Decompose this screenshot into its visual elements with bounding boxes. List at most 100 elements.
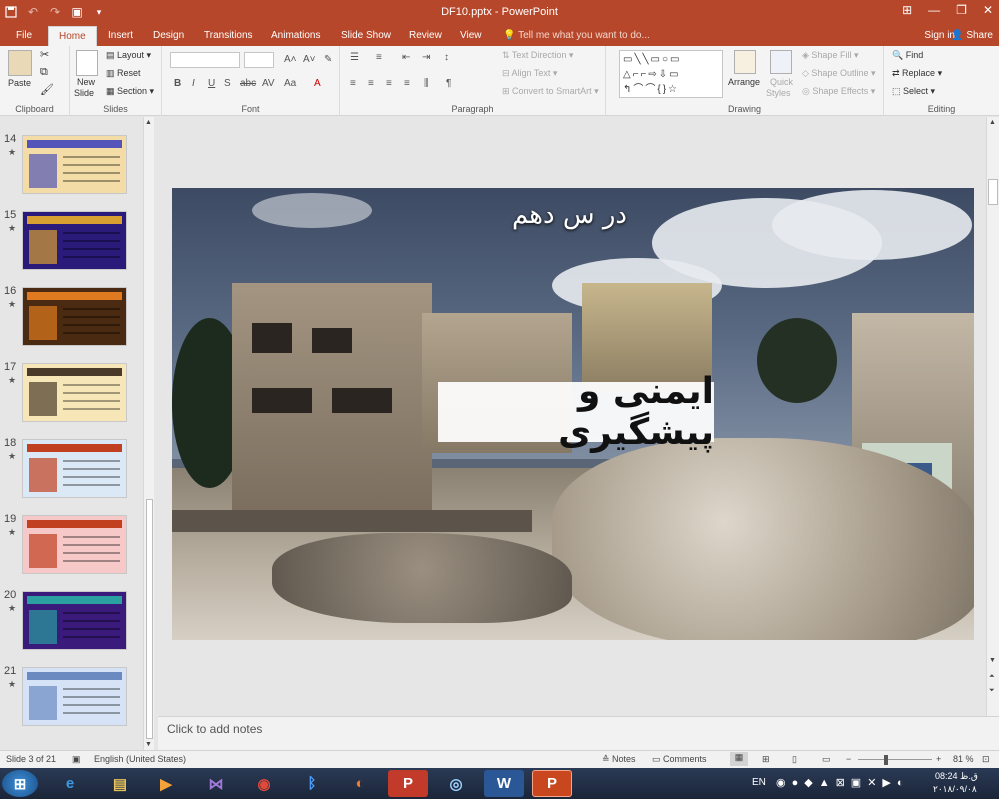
slide-thumbnail-15[interactable]: 15 ★ [0, 209, 140, 279]
spell-check-icon[interactable]: ▣ [72, 754, 81, 765]
tab-review[interactable]: Review [407, 26, 444, 46]
replace-button[interactable]: ⇄ Replace ▾ [892, 68, 942, 79]
clock-date[interactable]: ۲۰۱۸/۰۹/۰۸ [933, 784, 977, 799]
close-icon[interactable]: ✕ [983, 3, 993, 17]
slide-preview[interactable] [22, 591, 127, 650]
slide-preview[interactable] [22, 515, 127, 574]
quick-styles-icon[interactable] [770, 50, 792, 74]
slide-thumbnail-21[interactable]: 21 ★ [0, 665, 140, 735]
line-spacing-icon[interactable]: ↕ [444, 52, 449, 63]
slide-subtitle[interactable]: در س دهم [512, 200, 627, 230]
scroll-down-icon[interactable]: ▼ [145, 741, 152, 748]
reset-button[interactable]: ▥ Reset [106, 68, 141, 79]
editor-scroll-thumb[interactable] [988, 179, 998, 205]
slide-sorter-icon[interactable]: ⊞ [762, 754, 770, 765]
normal-view-icon[interactable]: ▦ [730, 752, 748, 766]
tab-file[interactable]: File [14, 26, 34, 46]
slide-thumbnail-20[interactable]: 20 ★ [0, 589, 140, 659]
bold-icon[interactable]: B [174, 78, 181, 89]
tray-icons[interactable]: ◉●◆▲⊠▣✕▶◐ [776, 776, 910, 799]
language-tray[interactable]: EN [752, 777, 766, 799]
powerpoint-viewer-icon[interactable]: P [388, 770, 428, 797]
shape-effects-button[interactable]: ◎ Shape Effects ▾ [802, 86, 875, 97]
increase-font-size-icon[interactable]: A˄ [284, 54, 297, 65]
bullets-icon[interactable]: ☰ [350, 52, 359, 63]
scroll-up-icon[interactable]: ▲ [989, 119, 996, 126]
align-right-icon[interactable]: ≡ [386, 78, 392, 89]
language-indicator[interactable]: English (United States) [94, 754, 186, 764]
chrome-icon[interactable]: ◉ [244, 770, 284, 797]
find-button[interactable]: 🔍 Find [892, 50, 923, 61]
strikethrough-icon[interactable]: abc [240, 78, 256, 89]
slide-preview[interactable] [22, 363, 127, 422]
notes-toggle[interactable]: ≙ Notes [602, 754, 636, 765]
increase-indent-icon[interactable]: ⇥ [422, 52, 430, 63]
slide-thumbnail-16[interactable]: 16 ★ [0, 285, 140, 355]
change-case-icon[interactable]: Aa [284, 78, 296, 89]
reading-view-icon[interactable]: ▯ [792, 754, 797, 765]
previous-slide-icon[interactable]: ⏶ [989, 673, 995, 681]
slide-thumbnail-14[interactable]: 14 ★ [0, 133, 140, 203]
numbering-icon[interactable]: ≡ [376, 52, 382, 63]
next-slide-icon[interactable]: ⏷ [989, 687, 995, 695]
visual-studio-icon[interactable]: ⋈ [196, 770, 236, 797]
firefox-icon[interactable]: ◐ [340, 770, 380, 797]
share-button[interactable]: 👤 Share [951, 26, 993, 46]
screen-recorder-icon[interactable]: ◎ [436, 770, 476, 797]
justify-icon[interactable]: ≡ [404, 78, 410, 89]
slide-canvas[interactable]: در س دهم ایمنی و پیشگیری [172, 188, 974, 640]
select-button[interactable]: ⬚ Select ▾ [892, 86, 935, 97]
decrease-font-size-icon[interactable]: A˅ [303, 54, 316, 65]
zoom-level[interactable]: 81 % [953, 754, 974, 764]
file-explorer-icon[interactable]: ▤ [100, 770, 140, 797]
shape-outline-button[interactable]: ◇ Shape Outline ▾ [802, 68, 876, 79]
maximize-icon[interactable]: ❐ [956, 3, 967, 17]
clear-formatting-icon[interactable]: ✎ [324, 54, 332, 65]
slide-preview[interactable] [22, 287, 127, 346]
fit-to-window-icon[interactable]: ⊡ [982, 754, 990, 765]
thumbnail-scrollbar[interactable]: ▲ ▼ [143, 117, 154, 750]
shape-fill-button[interactable]: ◈ Shape Fill ▾ [802, 50, 858, 61]
font-size-field[interactable] [244, 52, 274, 68]
bluetooth-icon[interactable]: ᛒ [292, 770, 332, 797]
scroll-up-icon[interactable]: ▲ [145, 119, 152, 126]
new-slide-icon[interactable] [76, 50, 98, 76]
format-painter-icon[interactable]: 🖌 [40, 83, 54, 96]
minimize-icon[interactable]: — [928, 3, 940, 17]
tab-transitions[interactable]: Transitions [202, 26, 255, 46]
zoom-in-icon[interactable]: + [936, 754, 941, 764]
arrange-icon[interactable] [734, 50, 756, 74]
tab-animations[interactable]: Animations [269, 26, 322, 46]
paste-button[interactable]: Paste [8, 78, 31, 88]
slide-preview[interactable] [22, 211, 127, 270]
zoom-slider[interactable] [858, 759, 932, 760]
zoom-out-icon[interactable]: − [846, 754, 851, 764]
cut-icon[interactable]: ✂ [40, 48, 49, 61]
shapes-gallery[interactable]: ▭╲╲▭○▭ △⌐⌐⇨⇩▭ ↰⌒⌒{}☆ [619, 50, 723, 98]
notes-pane[interactable]: Click to add notes [158, 716, 999, 750]
slide-thumbnail-18[interactable]: 18 ★ [0, 437, 140, 507]
new-slide-label-2[interactable]: Slide [74, 88, 94, 98]
new-slide-label[interactable]: New [77, 77, 95, 87]
quick-styles-label[interactable]: Quick [770, 77, 793, 87]
internet-explorer-icon[interactable]: e [50, 770, 90, 797]
ribbon-display-options-icon[interactable]: ⊞ [902, 3, 912, 17]
copy-icon[interactable]: ⧉ [40, 66, 48, 79]
slide-preview[interactable] [22, 439, 127, 498]
font-name-field[interactable] [170, 52, 240, 68]
align-left-icon[interactable]: ≡ [350, 78, 356, 89]
slideshow-view-icon[interactable]: ▭ [822, 754, 831, 765]
slide-preview[interactable] [22, 135, 127, 194]
tab-home[interactable]: Home [48, 26, 97, 46]
text-shadow-icon[interactable]: S [224, 78, 231, 89]
section-button[interactable]: ▦ Section ▾ [106, 86, 154, 97]
arrange-button[interactable]: Arrange [728, 77, 760, 87]
quick-styles-label-2[interactable]: Styles [766, 88, 791, 98]
character-spacing-icon[interactable]: AV [262, 78, 275, 89]
zoom-slider-thumb[interactable] [884, 755, 888, 765]
slide-thumbnail-17[interactable]: 17 ★ [0, 361, 140, 431]
underline-icon[interactable]: U [208, 78, 215, 89]
scroll-down-icon[interactable]: ▼ [989, 657, 996, 664]
tell-me-search[interactable]: 💡 Tell me what you want to do... [503, 26, 650, 46]
columns-icon[interactable]: ⫼ [424, 78, 429, 89]
